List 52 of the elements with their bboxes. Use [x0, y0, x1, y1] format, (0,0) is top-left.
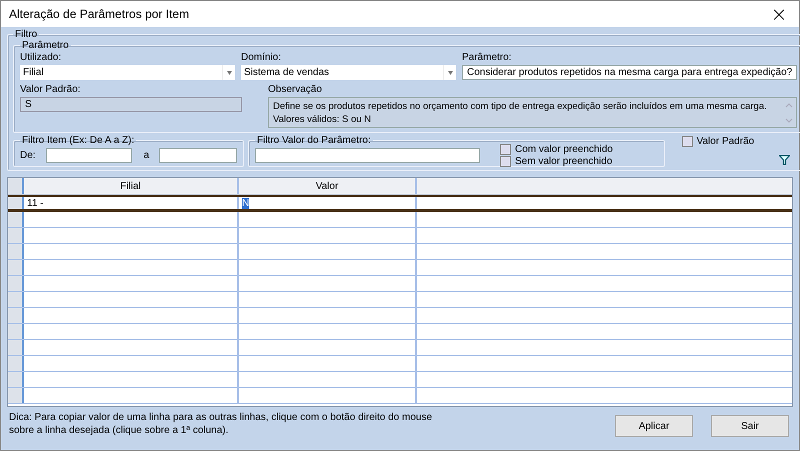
row-header[interactable] [8, 340, 24, 355]
field-label: De: [20, 150, 36, 160]
row-header[interactable] [8, 244, 24, 259]
field-label: Observação [268, 84, 323, 95]
column-header: Valor [239, 178, 417, 194]
dropdown[interactable]: Filial [20, 65, 235, 80]
checkbox[interactable] [500, 144, 511, 154]
checkbox-label: Com valor preenchido [515, 144, 613, 154]
default-value-field: S [20, 97, 242, 112]
row-header[interactable] [8, 228, 24, 243]
group-title: Parâmetro [21, 40, 70, 51]
group-title: Filtro Valor do Parâmetro: [256, 135, 372, 146]
field-label: Parâmetro: [462, 52, 512, 63]
dropdown[interactable]: Sistema de vendas [241, 65, 456, 80]
group-title: Filtro [14, 29, 38, 40]
row-header[interactable] [8, 388, 24, 403]
row-header[interactable] [8, 212, 24, 227]
row-header[interactable] [8, 308, 24, 323]
filter-icon[interactable] [779, 155, 790, 165]
table-cell[interactable]: N [242, 198, 250, 208]
field-label: a [144, 150, 150, 160]
exit-button[interactable]: Sair [711, 415, 789, 437]
to-field[interactable] [159, 148, 238, 162]
row-header[interactable] [8, 372, 24, 387]
apply-button[interactable]: Aplicar [615, 415, 693, 437]
field-label: Valor Padrão: [20, 84, 82, 95]
hint-text: Dica: Para copiar valor de uma linha para as outras linhas, clique com o botão direito do mouse sobre a linha desejada (clique sobre a 1ª coluna). [8, 411, 434, 437]
caret-icon [226, 70, 232, 74]
field-label: Utilizado: [20, 52, 62, 63]
window-title: Alteração de Parâmetros por Item [9, 7, 190, 21]
table-row[interactable]: 11 - N [8, 195, 792, 212]
table-cell: 11 - [27, 198, 44, 208]
row-header[interactable] [8, 292, 24, 307]
group-title: Filtro Item (Ex: De A a Z): [21, 135, 136, 146]
checkbox[interactable] [682, 136, 693, 146]
column-header: Filial [24, 178, 239, 194]
caret-icon [448, 70, 452, 74]
row-header[interactable] [8, 197, 24, 209]
value-filter-field[interactable] [255, 148, 480, 162]
row-header[interactable] [8, 324, 24, 339]
row-header[interactable] [8, 356, 24, 371]
checkbox-label: Sem valor preenchido [515, 156, 612, 166]
checkbox[interactable] [500, 156, 511, 166]
from-field[interactable] [46, 148, 132, 162]
header-cell [8, 178, 24, 194]
close-button[interactable]: × [759, 1, 799, 27]
observation-text: Define se os produtos repetidos no orçamento com tipo de entrega expedição serão incluídos em uma mesma carga. Valores válidos: S ou N [273, 100, 768, 127]
row-header[interactable] [8, 260, 24, 275]
checkbox-label: Valor Padrão [696, 136, 754, 146]
field-label: Domínio: [241, 52, 282, 63]
row-header[interactable] [8, 276, 24, 291]
parameter-field[interactable]: Considerar produtos repetidos na mesma carga para entrega expedição? [462, 65, 798, 80]
